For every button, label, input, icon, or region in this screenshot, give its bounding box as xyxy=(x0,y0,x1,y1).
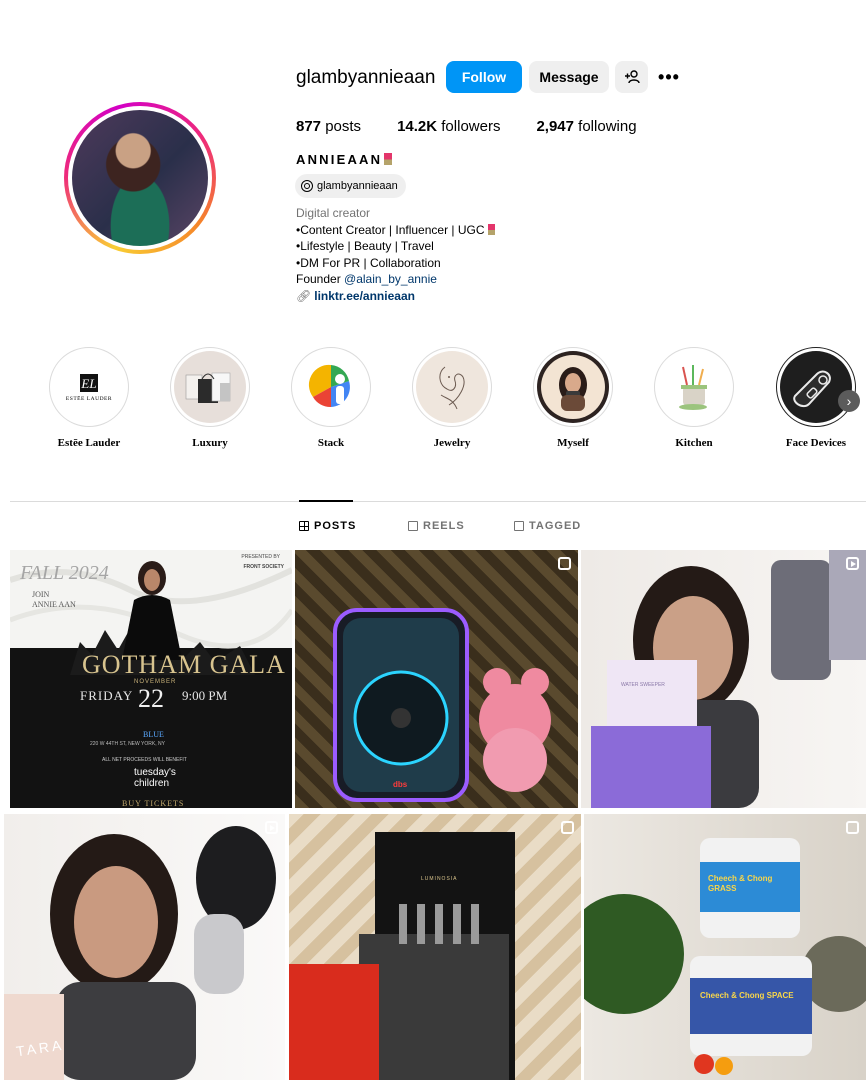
post-image xyxy=(333,608,551,802)
lipstick-emoji-icon xyxy=(384,153,393,165)
highlight-stack[interactable]: Stack xyxy=(291,347,371,449)
post-image xyxy=(584,838,866,1075)
active-tab-indicator xyxy=(299,500,353,502)
more-options-button[interactable]: ••• xyxy=(654,61,684,93)
tabs-divider xyxy=(10,501,866,502)
founder-line: Founder @alain_by_annie xyxy=(296,272,437,286)
multiple-photos-icon xyxy=(558,557,571,570)
portrait-illustration-icon xyxy=(537,351,609,423)
reel-icon xyxy=(265,821,278,834)
post-thumbnail[interactable]: TARA xyxy=(4,814,285,1080)
followers-count[interactable]: 14.2K followers xyxy=(397,118,500,135)
profile-stats: 877 posts 14.2K followers 2,947 followin… xyxy=(296,118,673,135)
profile-avatar-ring[interactable] xyxy=(64,102,216,254)
avatar xyxy=(72,110,208,246)
posts-count: 877 posts xyxy=(296,118,362,135)
post-image xyxy=(591,550,866,808)
chevron-right-icon: › xyxy=(846,393,852,409)
threads-badge[interactable]: glambyannieaan xyxy=(295,174,406,198)
add-user-icon xyxy=(624,70,640,84)
highlight-kitchen[interactable]: Kitchen xyxy=(654,347,734,449)
link-icon: 🔗︎ xyxy=(296,288,312,303)
post-image xyxy=(289,832,515,1080)
svg-text:EL: EL xyxy=(80,376,96,391)
threads-icon xyxy=(301,180,313,192)
founder-mention-link[interactable]: @alain_by_annie xyxy=(344,272,437,286)
following-count[interactable]: 2,947 following xyxy=(536,118,636,135)
stack-logo-icon xyxy=(295,351,367,423)
bio: Digital creator •Content Creator | Influ… xyxy=(296,205,495,304)
username: glambyannieaan xyxy=(296,67,436,88)
highlight-jewelry[interactable]: Jewelry xyxy=(412,347,492,449)
face-device-icon xyxy=(780,351,852,423)
bio-line: •Lifestyle | Beauty | Travel xyxy=(296,239,434,253)
post-thumbnail[interactable]: LUMINOSIA xyxy=(289,814,581,1080)
full-name: ANNIEAAN xyxy=(296,152,393,167)
external-link[interactable]: 🔗︎ linktr.ee/annieaan xyxy=(296,288,495,305)
suggest-users-button[interactable] xyxy=(615,61,648,93)
tab-tagged[interactable]: TAGGED xyxy=(514,520,581,532)
tab-reels[interactable]: REELS xyxy=(408,520,465,532)
follow-button[interactable]: Follow xyxy=(446,61,522,93)
post-thumbnail[interactable]: Cheech & Chong GRASS Cheech & Chong SPAC… xyxy=(584,814,866,1080)
multiple-photos-icon xyxy=(561,821,574,834)
shopping-bags-icon xyxy=(174,351,246,423)
lipstick-emoji-icon xyxy=(487,223,495,235)
highlight-myself[interactable]: Myself xyxy=(533,347,613,449)
more-icon: ••• xyxy=(658,66,680,87)
kitchen-utensils-icon xyxy=(658,351,730,423)
post-thumbnail[interactable]: dbs xyxy=(295,550,578,808)
reel-icon xyxy=(846,557,859,570)
highlight-estee-lauder[interactable]: EL ESTĒE LAUDER Estēe Lauder xyxy=(49,347,129,449)
bio-line: •Content Creator | Influencer | UGC xyxy=(296,222,495,239)
message-button[interactable]: Message xyxy=(529,61,609,93)
post-thumbnail[interactable]: FALL 2024 PRESENTED BY FRONT SOCIETY JOI… xyxy=(10,550,292,808)
category-label: Digital creator xyxy=(296,206,371,220)
tab-posts[interactable]: POSTS xyxy=(299,520,356,532)
tagged-icon xyxy=(514,521,524,531)
reels-icon xyxy=(408,521,418,531)
multiple-photos-icon xyxy=(846,821,859,834)
line-art-face-icon xyxy=(416,351,488,423)
bio-line: •DM For PR | Collaboration xyxy=(296,255,441,270)
highlight-luxury[interactable]: Luxury xyxy=(170,347,250,449)
highlights-next-button[interactable]: › xyxy=(838,390,860,412)
grid-icon xyxy=(299,521,309,531)
post-thumbnail[interactable]: WATER SWEEPER xyxy=(581,550,866,808)
estee-lauder-logo-icon: EL ESTĒE LAUDER xyxy=(53,351,125,423)
